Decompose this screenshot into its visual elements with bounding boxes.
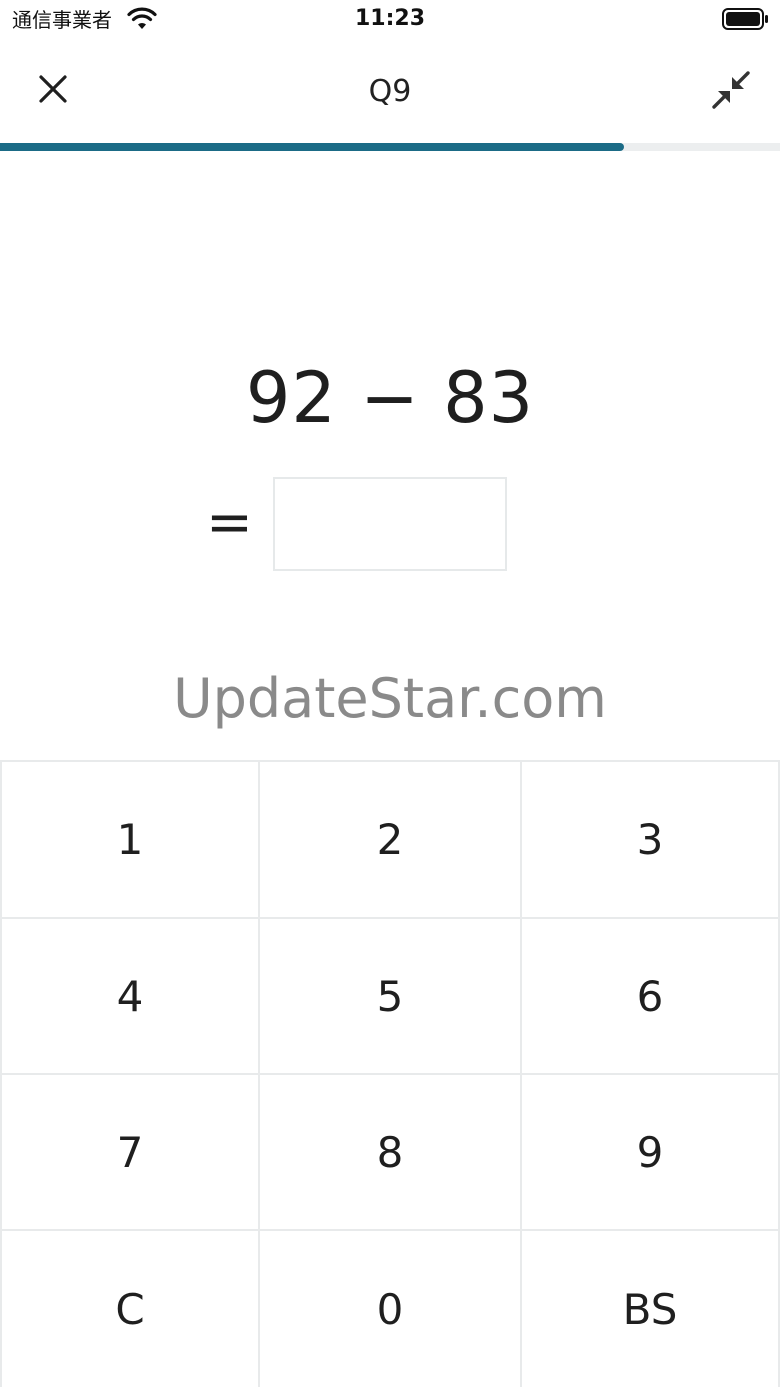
status-bar: 通信事業者 11:23 <box>0 0 780 40</box>
watermark: UpdateStar.com <box>173 667 607 730</box>
minimize-icon <box>711 70 751 114</box>
key-1[interactable]: 1 <box>0 762 260 919</box>
progress-bar <box>0 143 780 151</box>
key-clear[interactable]: C <box>0 1231 260 1387</box>
progress-fill <box>0 143 624 151</box>
number-keypad: 1 2 3 4 5 6 7 8 9 C 0 BS <box>0 760 780 1387</box>
battery-icon <box>722 8 770 30</box>
minimize-button[interactable] <box>696 62 766 122</box>
question-expression: 92 − 83 <box>245 357 535 439</box>
key-3[interactable]: 3 <box>520 762 780 919</box>
key-5[interactable]: 5 <box>260 919 520 1075</box>
header: Q9 <box>0 44 780 140</box>
status-time: 11:23 <box>354 6 426 31</box>
calculation-quiz-screen: 通信事業者 11:23 Q9 92 − 83 = UpdateStar.com … <box>0 0 780 1387</box>
key-backspace[interactable]: BS <box>520 1231 780 1387</box>
equals-sign: = <box>206 490 253 555</box>
key-2[interactable]: 2 <box>260 762 520 919</box>
key-9[interactable]: 9 <box>520 1075 780 1231</box>
key-0[interactable]: 0 <box>260 1231 520 1387</box>
question-title: Q9 <box>368 74 412 109</box>
key-7[interactable]: 7 <box>0 1075 260 1231</box>
key-8[interactable]: 8 <box>260 1075 520 1231</box>
key-4[interactable]: 4 <box>0 919 260 1075</box>
key-6[interactable]: 6 <box>520 919 780 1075</box>
answer-input[interactable] <box>273 477 507 571</box>
